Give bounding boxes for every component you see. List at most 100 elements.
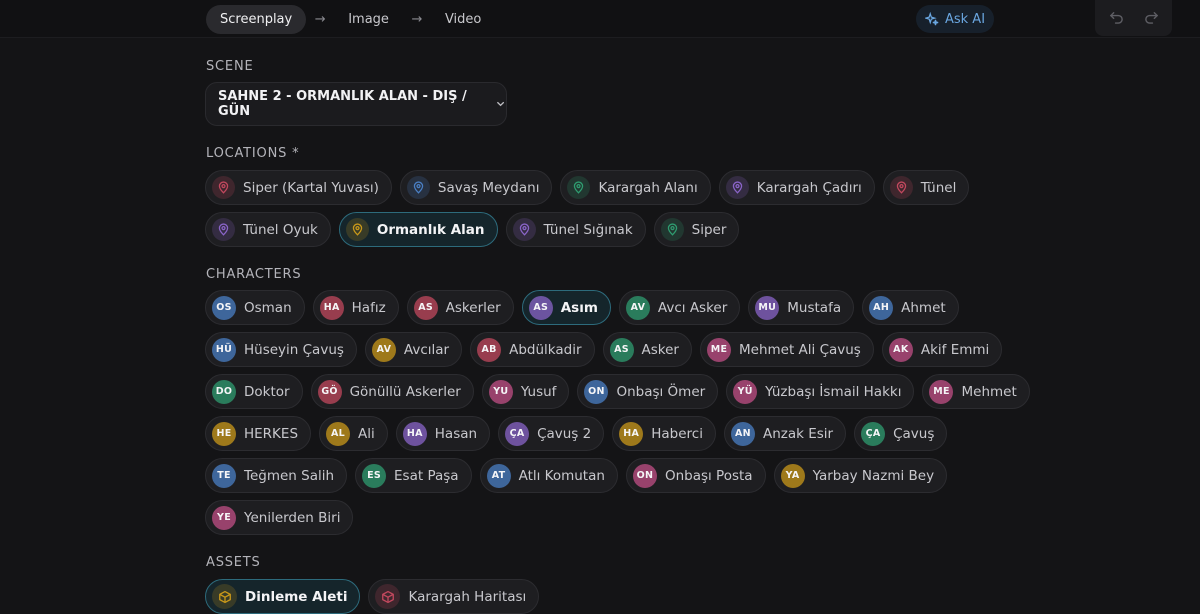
character-chip[interactable]: ES Esat Paşa bbox=[355, 458, 472, 493]
character-name: Mustafa bbox=[787, 299, 842, 316]
characters-row-4: HE HERKES AL Ali HA Hasan ÇA Çavuş 2 HA Haberci AN… bbox=[205, 416, 948, 451]
character-name: Akif Emmi bbox=[920, 341, 990, 358]
character-chip[interactable]: AS Askerler bbox=[406, 290, 514, 325]
characters-row-6: YE Yenilerden Biri bbox=[205, 500, 354, 535]
location-chip[interactable]: Savaş Meydanı bbox=[399, 170, 553, 205]
location-chip[interactable]: Siper bbox=[653, 212, 740, 247]
map-pin-icon bbox=[345, 218, 369, 241]
ask-ai-label: Ask AI bbox=[944, 11, 986, 27]
character-chip[interactable]: YE Yenilerden Biri bbox=[205, 500, 354, 535]
character-avatar: MU bbox=[755, 295, 780, 320]
character-name: Onbaşı Posta bbox=[664, 467, 753, 484]
location-label: Tünel Oyuk bbox=[243, 221, 318, 238]
character-chip[interactable]: AS Asım bbox=[521, 290, 611, 325]
character-chip[interactable]: AT Atlı Komutan bbox=[479, 458, 618, 493]
step-screenplay[interactable]: Screenplay bbox=[206, 5, 307, 34]
characters-row-5: TE Teğmen Salih ES Esat Paşa AT Atlı Komutan O… bbox=[205, 458, 948, 493]
character-avatar: YE bbox=[212, 505, 236, 530]
undo-icon[interactable] bbox=[1109, 9, 1124, 24]
character-name: Asker bbox=[641, 341, 679, 358]
character-name: Ali bbox=[358, 425, 375, 442]
character-chip[interactable]: YA Yarbay Nazmi Bey bbox=[773, 458, 948, 493]
character-name: Avcı Asker bbox=[657, 299, 728, 316]
character-chip[interactable]: AB Abdülkadir bbox=[470, 332, 595, 367]
workflow-steps: Screenplay → Image → Video bbox=[206, 5, 495, 34]
top-bar: Screenplay → Image → Video Ask AI bbox=[0, 0, 1200, 38]
character-chip[interactable]: ME Mehmet bbox=[922, 374, 1030, 409]
character-chip[interactable]: AN Anzak Esir bbox=[723, 416, 847, 451]
map-pin-icon bbox=[212, 218, 235, 241]
character-chip[interactable]: DO Doktor bbox=[205, 374, 303, 409]
character-chip[interactable]: ÇA Çavuş bbox=[854, 416, 948, 451]
character-avatar: YU bbox=[488, 379, 513, 404]
locations-heading: LOCATIONS * bbox=[206, 146, 300, 161]
character-chip[interactable]: AK Akif Emmi bbox=[881, 332, 1003, 367]
character-chip[interactable]: HA Hasan bbox=[395, 416, 491, 451]
map-pin-icon bbox=[660, 218, 684, 241]
asset-label: Karargah Haritası bbox=[408, 588, 527, 605]
locations-row-1: Siper (Kartal Yuvası) Savaş Meydanı Kararg… bbox=[205, 170, 970, 205]
history-controls bbox=[1095, 0, 1172, 36]
location-label: Karargah Alanı bbox=[598, 179, 698, 196]
sparkle-icon bbox=[924, 12, 939, 26]
character-avatar: ME bbox=[706, 337, 731, 362]
character-chip[interactable]: HA Haberci bbox=[612, 416, 716, 451]
location-chip[interactable]: Tünel bbox=[882, 170, 970, 205]
character-chip[interactable]: OS Osman bbox=[205, 290, 305, 325]
location-label: Siper bbox=[691, 221, 727, 238]
scene-select-value: SAHNE 2 - ORMANLIK ALAN - DIŞ / GÜN bbox=[218, 89, 467, 119]
character-chip[interactable]: AL Ali bbox=[319, 416, 388, 451]
characters-row-1: OS Osman HA Hafız AS Askerler AS Asım AV Avcı Ask… bbox=[205, 290, 959, 325]
character-avatar: ÇA bbox=[505, 421, 530, 446]
redo-icon[interactable] bbox=[1144, 9, 1159, 24]
character-chip[interactable]: HE HERKES bbox=[205, 416, 312, 451]
character-chip[interactable]: AV Avcı Asker bbox=[618, 290, 741, 325]
location-chip[interactable]: Karargah Alanı bbox=[560, 170, 711, 205]
character-chip[interactable]: MU Mustafa bbox=[748, 290, 855, 325]
location-chip[interactable]: Tünel Sığınak bbox=[505, 212, 646, 247]
character-chip[interactable]: HA Hafız bbox=[312, 290, 399, 325]
asset-label: Dinleme Aleti bbox=[245, 588, 348, 605]
character-avatar: HA bbox=[619, 421, 644, 446]
location-chip[interactable]: Karargah Çadırı bbox=[718, 170, 875, 205]
character-name: Yüzbaşı İsmail Hakkı bbox=[765, 383, 902, 400]
chevron-down-icon bbox=[496, 101, 504, 107]
character-chip[interactable]: HÜ Hüseyin Çavuş bbox=[205, 332, 357, 367]
character-chip[interactable]: AS Asker bbox=[602, 332, 692, 367]
character-name: Mehmet Ali Çavuş bbox=[738, 341, 861, 358]
location-label: Tünel bbox=[920, 179, 957, 196]
location-chip[interactable]: Ormanlık Alan bbox=[338, 212, 498, 247]
character-avatar: ÇA bbox=[861, 421, 886, 446]
character-chip[interactable]: ÇA Çavuş 2 bbox=[498, 416, 605, 451]
character-avatar: AH bbox=[869, 295, 894, 320]
step-image[interactable]: Image bbox=[334, 5, 403, 34]
location-label: Tünel Sığınak bbox=[543, 221, 633, 238]
character-avatar: DO bbox=[212, 379, 236, 404]
characters-row-3: DO Doktor GÖ Gönüllü Askerler YU Yusuf ON Onbaş… bbox=[205, 374, 1030, 409]
step-video[interactable]: Video bbox=[431, 5, 495, 34]
characters-row-2: HÜ Hüseyin Çavuş AV Avcılar AB Abdülkadir AS As… bbox=[205, 332, 1003, 367]
map-pin-icon bbox=[212, 176, 235, 199]
character-chip[interactable]: YU Yusuf bbox=[481, 374, 570, 409]
location-chip[interactable]: Siper (Kartal Yuvası) bbox=[205, 170, 392, 205]
asset-chip[interactable]: Karargah Haritası bbox=[368, 579, 540, 614]
character-chip[interactable]: ME Mehmet Ali Çavuş bbox=[699, 332, 874, 367]
character-chip[interactable]: ON Onbaşı Posta bbox=[625, 458, 766, 493]
character-chip[interactable]: ON Onbaşı Ömer bbox=[577, 374, 719, 409]
character-chip[interactable]: AH Ahmet bbox=[862, 290, 959, 325]
character-chip[interactable]: GÖ Gönüllü Askerler bbox=[310, 374, 474, 409]
map-pin-icon bbox=[725, 176, 749, 199]
character-chip[interactable]: TE Teğmen Salih bbox=[205, 458, 348, 493]
character-name: Anzak Esir bbox=[762, 425, 834, 442]
character-avatar: GÖ bbox=[317, 379, 342, 404]
character-name: Osman bbox=[244, 299, 292, 316]
asset-chip[interactable]: Dinleme Aleti bbox=[205, 579, 361, 614]
character-avatar: AS bbox=[609, 337, 634, 362]
ask-ai-button[interactable]: Ask AI bbox=[916, 5, 994, 33]
character-chip[interactable]: AV Avcılar bbox=[364, 332, 463, 367]
character-avatar: HE bbox=[212, 421, 236, 446]
scene-select[interactable]: SAHNE 2 - ORMANLIK ALAN - DIŞ / GÜN bbox=[205, 82, 507, 126]
character-name: Asım bbox=[560, 299, 598, 316]
location-chip[interactable]: Tünel Oyuk bbox=[205, 212, 331, 247]
character-chip[interactable]: YÜ Yüzbaşı İsmail Hakkı bbox=[726, 374, 915, 409]
